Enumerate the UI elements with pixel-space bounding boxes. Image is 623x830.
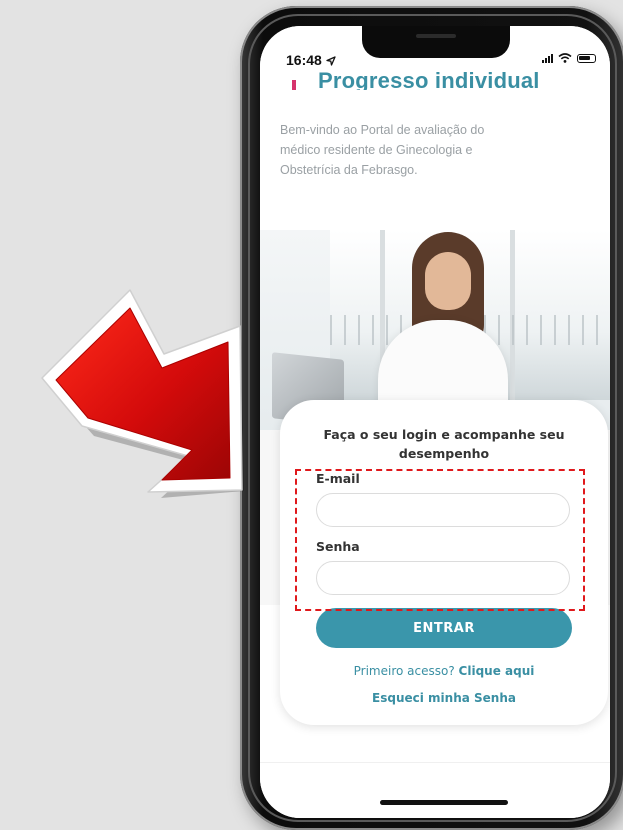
email-field[interactable] (316, 493, 570, 527)
login-heading: Faça o seu login e acompanhe seu desempe… (323, 427, 565, 461)
forgot-password-link[interactable]: Esqueci minha Senha (280, 691, 608, 705)
status-time: 16:48 (286, 52, 336, 68)
password-label: Senha (316, 539, 360, 554)
page-title: Progresso individual (318, 72, 540, 90)
first-access-prefix: Primeiro acesso? (353, 664, 455, 678)
battery-icon (577, 53, 596, 63)
bottom-strip (260, 762, 610, 818)
first-access-line: Primeiro acesso? Clique aqui (280, 664, 608, 678)
pointer-arrow-icon (41, 289, 244, 498)
location-arrow-icon (326, 56, 336, 66)
signal-icon (542, 53, 553, 63)
login-card: Faça o seu login e acompanhe seu desempe… (280, 400, 608, 725)
password-field[interactable] (316, 561, 570, 595)
login-button[interactable]: ENTRAR (316, 608, 572, 648)
hero-person-face (425, 252, 471, 310)
home-indicator (380, 800, 508, 805)
intro-text: Bem-vindo ao Portal de avaliação do médi… (280, 122, 485, 177)
email-label: E-mail (316, 471, 360, 486)
title-wrap: Progresso individual (280, 72, 600, 90)
first-access-link[interactable]: Clique aqui (459, 664, 535, 678)
notch (362, 26, 510, 58)
status-icons (542, 53, 596, 63)
speaker (416, 34, 456, 38)
title-accent-bar (292, 80, 296, 90)
wifi-icon (558, 53, 572, 63)
